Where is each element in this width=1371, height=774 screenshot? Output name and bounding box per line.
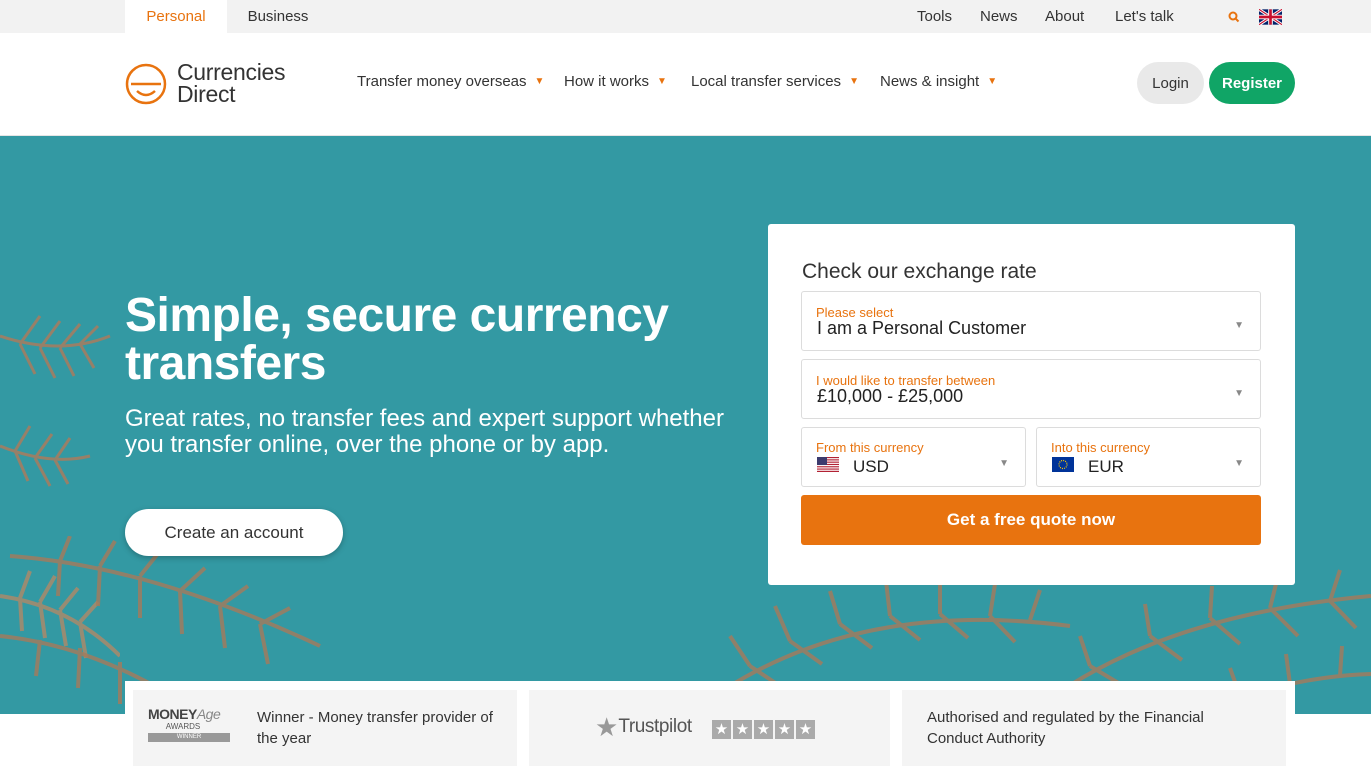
login-button[interactable]: Login	[1137, 62, 1204, 104]
transfer-amount-select[interactable]: I would like to transfer between £10,000…	[801, 359, 1261, 419]
rating-star-icon: ★	[796, 720, 815, 739]
utility-bar: Personal Business Tools News About Let's…	[0, 0, 1371, 33]
customer-type-select[interactable]: Please select I am a Personal Customer ▼	[801, 291, 1261, 351]
trust-strip: MONEYAge AWARDS WINNER Winner - Money tr…	[125, 681, 1295, 774]
chevron-down-icon: ▼	[534, 76, 545, 87]
field-label: From this currency	[816, 440, 924, 455]
segment-personal[interactable]: Personal	[125, 0, 227, 33]
award-logo-text-b: Age	[196, 706, 221, 722]
util-link-about[interactable]: About	[1045, 0, 1084, 33]
nav-transfer-money-overseas[interactable]: Transfer money overseas ▼	[357, 73, 544, 90]
trustpilot-star-icon: ★	[595, 712, 619, 742]
company-logo[interactable]: Currencies Direct	[125, 61, 305, 109]
chevron-down-icon: ▼	[987, 76, 998, 87]
main-header: Currencies Direct Transfer money oversea…	[0, 33, 1371, 136]
logo-wordmark: Currencies Direct	[177, 59, 286, 107]
fca-text: Authorised and regulated by the Financia…	[927, 709, 1204, 747]
register-button[interactable]: Register	[1209, 62, 1295, 104]
field-value: £10,000 - £25,000	[817, 386, 964, 406]
logo-text-line2: Direct	[177, 81, 236, 107]
trustpilot-logo: ★ Trustpilot	[595, 714, 692, 740]
award-logo-subtext: AWARDS	[165, 722, 201, 731]
caret-down-icon: ▼	[999, 458, 1009, 469]
nav-how-it-works[interactable]: How it works ▼	[564, 73, 667, 90]
segment-business[interactable]: Business	[227, 0, 329, 33]
rating-star-icon: ★	[733, 720, 752, 739]
trustpilot-rating-stars: ★ ★ ★ ★ ★	[712, 720, 815, 739]
exchange-rate-card: Check our exchange rate Please select I …	[768, 224, 1295, 585]
caret-down-icon: ▼	[1234, 388, 1244, 399]
logo-mark-icon	[125, 63, 167, 105]
chevron-down-icon: ▼	[657, 76, 667, 87]
us-flag-icon	[817, 457, 839, 472]
trustpilot-tile[interactable]: ★ Trustpilot ★ ★ ★ ★ ★	[529, 690, 890, 766]
logo-text-line1: Currencies	[177, 59, 286, 85]
uk-flag-icon[interactable]	[1259, 0, 1282, 33]
search-icon[interactable]	[1228, 0, 1240, 33]
caret-down-icon: ▼	[1234, 320, 1244, 331]
get-quote-button[interactable]: Get a free quote now	[801, 495, 1261, 545]
from-currency-select[interactable]: From this currency USD ▼	[801, 427, 1026, 487]
chevron-down-icon: ▼	[849, 76, 859, 87]
nav-label: News & insight	[880, 73, 980, 90]
rating-star-icon: ★	[712, 720, 731, 739]
field-label: Into this currency	[1051, 440, 1150, 455]
eu-flag-icon	[1052, 457, 1074, 472]
rating-star-icon: ★	[754, 720, 773, 739]
award-logo-text: MONEY	[148, 706, 197, 722]
fca-tile: Authorised and regulated by the Financia…	[902, 690, 1286, 766]
award-logo-badge: WINNER	[148, 733, 230, 742]
caret-down-icon: ▼	[1234, 458, 1244, 469]
rating-star-icon: ★	[775, 720, 794, 739]
field-value: I am a Personal Customer	[817, 318, 1027, 338]
award-tile: MONEYAge AWARDS WINNER Winner - Money tr…	[133, 690, 517, 766]
util-link-lets-talk[interactable]: Let's talk	[1115, 0, 1174, 33]
hero-title: Simple, secure currency transfers	[125, 289, 669, 390]
to-currency-select[interactable]: Into this currency EUR ▼	[1036, 427, 1261, 487]
field-value: USD	[853, 457, 889, 476]
create-account-button[interactable]: Create an account	[125, 509, 343, 556]
nav-label: Transfer money overseas	[357, 73, 527, 90]
nav-local-transfer-services[interactable]: Local transfer services ▼	[691, 73, 859, 90]
util-link-tools[interactable]: Tools	[917, 0, 952, 33]
hero-subtitle: Great rates, no transfer fees and expert…	[125, 405, 724, 458]
nav-news-insight[interactable]: News & insight ▼	[880, 73, 997, 90]
nav-label: How it works	[564, 73, 650, 90]
trustpilot-wordmark: Trustpilot	[618, 716, 692, 737]
field-value: EUR	[1088, 457, 1124, 476]
card-title: Check our exchange rate	[802, 260, 1037, 283]
moneyage-award-logo: MONEYAge AWARDS WINNER	[148, 706, 230, 750]
nav-label: Local transfer services	[691, 73, 842, 90]
award-text: Winner - Money transfer provider of the …	[257, 709, 493, 747]
util-link-news[interactable]: News	[980, 0, 1018, 33]
